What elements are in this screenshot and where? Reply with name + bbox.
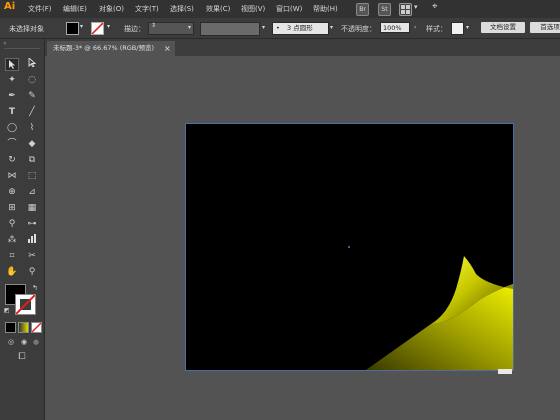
gradient-tool-icon[interactable]: ▦ <box>25 202 39 215</box>
blend-tool-icon[interactable]: ⊶ <box>25 218 39 231</box>
menu-view[interactable]: 视图(V) <box>241 4 265 14</box>
stroke-swatch[interactable] <box>91 22 104 35</box>
document-tab-bar: 未标题-3* @ 66.67% (RGB/预览) × <box>45 39 560 56</box>
artboard[interactable] <box>185 123 514 371</box>
stroke-dropdown-icon[interactable]: ▾ <box>107 23 110 30</box>
opacity-dropdown-icon[interactable]: › <box>414 24 416 31</box>
stock-icon[interactable]: St <box>378 3 391 16</box>
swap-fill-stroke-icon[interactable]: ↰ <box>32 284 38 292</box>
stroke-weight-label: 描边： <box>124 25 145 33</box>
style-dropdown-icon[interactable]: ▾ <box>466 24 469 31</box>
hand-tool-icon[interactable]: ✋ <box>5 266 19 279</box>
default-fill-stroke-icon[interactable]: ◩ <box>4 307 10 314</box>
slice-tool-icon[interactable]: ✂ <box>25 250 39 263</box>
eyedropper-tool-icon[interactable]: ⚲ <box>5 218 19 231</box>
menu-select[interactable]: 选择(S) <box>170 4 194 14</box>
style-label: 样式： <box>426 25 447 33</box>
stroke-weight-input[interactable]: ⇕ ▾ <box>148 22 194 35</box>
color-mode-icon[interactable] <box>5 322 16 333</box>
type-tool-icon[interactable]: T <box>5 106 19 119</box>
shaper-tool-icon[interactable]: ⌒ <box>5 138 19 151</box>
selection-tool-icon[interactable] <box>5 58 19 71</box>
document-tab-title: 未标题-3* @ 66.67% (RGB/预览) <box>53 44 154 52</box>
variable-width-profile[interactable] <box>200 22 260 36</box>
column-graph-tool-icon[interactable] <box>25 234 39 247</box>
draw-inside-icon[interactable]: ● <box>29 336 43 349</box>
none-mode-icon[interactable] <box>31 322 42 333</box>
menu-help[interactable]: 帮助(H) <box>313 4 338 14</box>
preferences-button[interactable]: 首选项 <box>530 22 560 33</box>
perspective-grid-tool-icon[interactable]: ⊿ <box>25 186 39 199</box>
shape-builder-tool-icon[interactable]: ⊕ <box>5 186 19 199</box>
zoom-tool-icon[interactable]: ⚲ <box>25 266 39 279</box>
document-tab[interactable]: 未标题-3* @ 66.67% (RGB/预览) × <box>47 41 175 56</box>
menu-type[interactable]: 文字(T) <box>135 4 159 14</box>
fill-swatch[interactable] <box>66 22 79 35</box>
collapse-panel-icon[interactable]: « <box>3 40 7 47</box>
document-setup-button[interactable]: 文档设置 <box>481 22 525 33</box>
artboard-resize-handle[interactable] <box>498 369 512 374</box>
lasso-tool-icon[interactable]: ◌ <box>25 74 39 87</box>
mesh-tool-icon[interactable]: ⊞ <box>5 202 19 215</box>
paintbrush-tool-icon[interactable]: ⌇ <box>25 122 39 135</box>
bridge-icon[interactable]: Br <box>356 3 369 16</box>
artboard-tool-icon[interactable]: ⌗ <box>5 250 19 263</box>
workspace-grid-icon[interactable] <box>399 3 412 16</box>
stroke-color-box[interactable] <box>15 294 36 315</box>
brush-definition-value: 3 点圆形 <box>287 24 313 32</box>
line-segment-tool-icon[interactable]: ╱ <box>25 106 39 119</box>
opacity-label: 不透明度： <box>341 25 376 33</box>
eraser-tool-icon[interactable]: ◆ <box>25 138 39 151</box>
scale-tool-icon[interactable]: ⧉ <box>25 154 39 167</box>
menu-edit[interactable]: 编辑(E) <box>63 4 87 14</box>
draw-normal-icon[interactable]: ◎ <box>4 336 18 349</box>
close-icon[interactable]: × <box>164 41 171 56</box>
tools-panel: « ✦ ◌ ✒ ✎ T ╱ ◯ ⌇ ⌒ ◆ ↻ ⧉ ⋈ ⬚ ⊕ ⊿ ⊞ ▦ ⚲ … <box>0 39 45 420</box>
app-logo: Ai <box>4 1 16 12</box>
graphic-style-swatch[interactable] <box>451 22 464 35</box>
free-transform-tool-icon[interactable]: ⬚ <box>25 170 39 183</box>
control-bar: 未选择对象 ▾ ▾ 描边： ⇕ ▾ ▾ • 3 点圆形 ▾ 不透明度： 100%… <box>0 18 560 39</box>
curvature-tool-icon[interactable]: ✎ <box>25 90 39 103</box>
gpu-rocket-icon[interactable]: ⌖ <box>432 1 438 12</box>
direct-selection-tool-icon[interactable] <box>25 56 39 71</box>
fill-dropdown-icon[interactable]: ▾ <box>80 23 83 30</box>
profile-dropdown-icon[interactable]: ▾ <box>262 24 265 31</box>
menu-file[interactable]: 文件(F) <box>28 4 52 14</box>
panel-grip[interactable] <box>4 48 40 49</box>
chevron-down-icon[interactable]: ▾ <box>414 3 418 11</box>
rotate-tool-icon[interactable]: ↻ <box>5 154 19 167</box>
stepper-icon[interactable]: ⇕ <box>151 22 156 29</box>
center-point-marker <box>348 246 350 248</box>
width-tool-icon[interactable]: ⋈ <box>5 170 19 183</box>
gradient-mode-icon[interactable] <box>18 322 29 333</box>
selection-status: 未选择对象 <box>9 25 44 33</box>
menu-window[interactable]: 窗口(W) <box>276 4 302 14</box>
symbol-sprayer-tool-icon[interactable]: ⁂ <box>5 234 19 247</box>
chevron-down-icon[interactable]: ▾ <box>188 24 191 31</box>
menu-bar: Ai 文件(F) 编辑(E) 对象(O) 文字(T) 选择(S) 效果(C) 视… <box>0 0 560 18</box>
ellipse-tool-icon[interactable]: ◯ <box>5 122 19 135</box>
screen-mode-icon[interactable]: ⧠ <box>15 351 29 364</box>
menu-effect[interactable]: 效果(C) <box>206 4 230 14</box>
bullet-icon: • <box>276 24 280 32</box>
pen-tool-icon[interactable]: ✒ <box>5 90 19 103</box>
menu-object[interactable]: 对象(O) <box>99 4 124 14</box>
opacity-input[interactable]: 100% <box>380 22 410 33</box>
brush-dropdown-icon[interactable]: ▾ <box>330 24 333 31</box>
magic-wand-tool-icon[interactable]: ✦ <box>5 74 19 87</box>
brush-definition-select[interactable]: • 3 点圆形 <box>272 22 329 35</box>
